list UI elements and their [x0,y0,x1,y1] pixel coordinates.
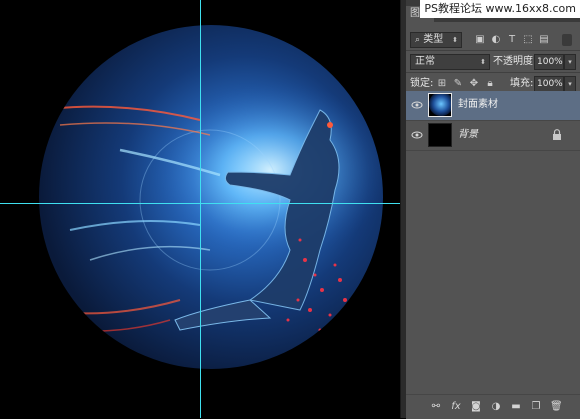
new-layer-icon[interactable]: ❐ [530,401,542,413]
layer-filter-value: 类型 [423,34,444,45]
delete-layer-icon[interactable]: 🗑︎ [550,401,563,413]
adjustment-filter-icon[interactable]: ◐ [490,34,502,46]
vertical-guide-line[interactable] [200,0,201,418]
image-filter-icon[interactable]: ▣ [474,34,486,46]
link-layers-icon[interactable]: ⚯ [430,401,442,413]
blend-opacity-row: 正常 ⬍ 不透明度: 100% ▾ [406,52,580,72]
opacity-dropdown-button[interactable]: ▾ [564,54,576,70]
horizontal-guide-line[interactable] [0,203,400,204]
layer-filter-row: ⌕ 类型 ⬍ ▣ ◐ T ⬚ ▤ [406,30,580,50]
smart-object-filter-icon[interactable]: ▤ [538,34,550,46]
chevron-updown-icon: ⬍ [452,36,458,44]
layer-filter-select[interactable]: ⌕ 类型 ⬍ [410,32,462,48]
lock-position-icon[interactable]: ✥ [468,78,480,90]
layer-name[interactable]: 背景 [458,128,478,142]
eye-icon[interactable] [411,129,423,141]
shape-filter-icon[interactable]: ⬚ [522,34,534,46]
divider [406,50,580,51]
layers-panel: 图层 历史记录 通道 路径 PS教程论坛 www.16xx8.com ⌕ 类型 … [406,0,580,419]
fill-input[interactable]: 100% [534,76,564,92]
fill-label: 填充: [510,78,534,89]
layer-name[interactable]: 封面素材 [458,98,498,112]
eye-icon[interactable] [411,99,423,111]
layers-panel-footer: ⚯ fx ◙ ◑ ▬ ❐ 🗑︎ [406,394,580,419]
blend-mode-value: 正常 [415,56,435,67]
layer-row-background[interactable]: 背景 [406,121,580,151]
watermark-text: PS教程论坛 www.16xx8.com [420,0,580,18]
layer-thumbnail [428,123,452,147]
adjustment-layer-icon[interactable]: ◑ [490,401,502,413]
type-filter-icon[interactable]: T [506,34,518,46]
lock-brush-icon[interactable]: ✎ [452,78,464,90]
lock-label: 锁定: [410,78,434,89]
divider [406,72,580,73]
lock-icon [553,129,561,140]
document-canvas[interactable] [0,0,400,418]
lock-all-icon[interactable]: 🔒︎ [484,78,496,90]
filter-toggle-icon[interactable] [562,34,572,46]
layer-mask-icon[interactable]: ◙ [470,401,482,413]
opacity-input[interactable]: 100% [534,54,564,70]
search-icon: ⌕ [415,35,421,45]
group-folder-icon[interactable]: ▬ [510,401,522,413]
layer-thumbnail [428,93,452,117]
layer-style-icon[interactable]: fx [450,401,462,413]
lock-pixels-icon[interactable]: ⊞ [436,78,448,90]
chevron-updown-icon: ⬍ [480,58,486,66]
opacity-label: 不透明度: [493,56,537,67]
layer-row-cover[interactable]: 封面素材 [406,91,580,121]
fill-dropdown-button[interactable]: ▾ [564,76,576,92]
blend-mode-select[interactable]: 正常 ⬍ [410,54,490,70]
